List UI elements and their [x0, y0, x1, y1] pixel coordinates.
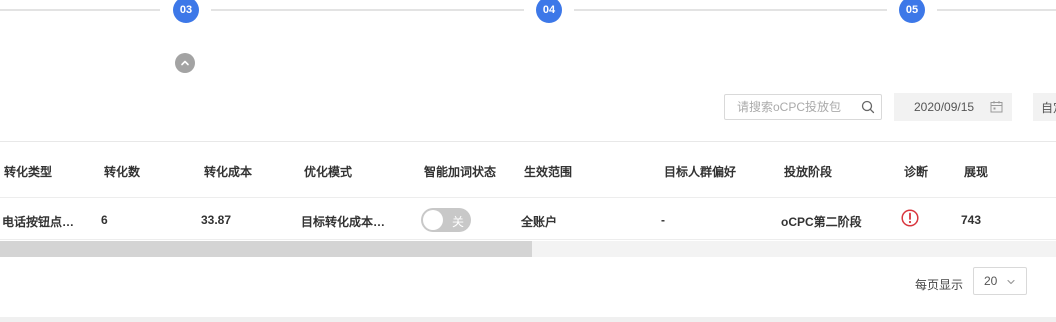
step-connector	[937, 9, 1056, 11]
step-connector	[574, 9, 887, 11]
cell-stage: oCPC第二阶段	[781, 215, 862, 229]
custom-button-label: 自定义	[1041, 100, 1056, 115]
header-impressions: 展现	[964, 165, 989, 179]
search-input[interactable]	[735, 99, 861, 115]
per-page-value: 20	[984, 274, 998, 288]
custom-button[interactable]: 自定义	[1033, 93, 1056, 121]
search-icon[interactable]	[861, 100, 875, 114]
header-mode: 优化模式	[304, 165, 353, 179]
header-cost: 转化成本	[204, 165, 253, 179]
cell-cost: 33.87	[201, 213, 232, 227]
calendar-icon	[990, 101, 1003, 113]
step-connector	[0, 9, 160, 11]
cell-conversions: 6	[101, 213, 108, 227]
header-stage: 投放阶段	[784, 165, 833, 179]
smart-word-toggle[interactable]: 关	[421, 208, 471, 232]
header-conversions: 转化数	[104, 165, 141, 179]
header-conversion-type: 转化类型	[4, 165, 53, 179]
per-page-select[interactable]: 20	[973, 267, 1027, 295]
chevron-up-icon	[181, 60, 189, 66]
bottom-divider	[0, 317, 1056, 322]
cell-conversion-type: 电话按钮点…	[2, 215, 75, 229]
alert-circle-icon[interactable]	[901, 209, 919, 227]
header-audience: 目标人群偏好	[664, 165, 737, 179]
toggle-label: 关	[451, 215, 464, 229]
cell-impressions: 743	[961, 213, 982, 227]
header-smart-word: 智能加词状态	[424, 165, 497, 179]
per-page-label: 每页显示	[915, 278, 964, 292]
chevron-down-icon	[1007, 279, 1015, 285]
horizontal-scrollbar[interactable]	[0, 241, 1056, 257]
scrollbar-thumb[interactable]	[0, 241, 532, 257]
header-diagnosis: 诊断	[904, 165, 929, 179]
step-connector	[211, 9, 524, 11]
toggle-knob	[423, 210, 443, 230]
cell-audience: -	[661, 213, 665, 227]
search-box	[724, 94, 882, 120]
step-03[interactable]: 03	[173, 0, 199, 23]
collapse-button[interactable]	[175, 53, 195, 73]
header-scope: 生效范围	[524, 165, 573, 179]
date-value: 2020/09/15	[914, 100, 975, 114]
table-border	[0, 141, 1056, 142]
cell-mode: 目标转化成本…	[301, 215, 386, 229]
date-picker[interactable]: 2020/09/15	[894, 93, 1012, 121]
row-divider	[0, 197, 1056, 198]
step-04[interactable]: 04	[536, 0, 562, 23]
step-05[interactable]: 05	[899, 0, 925, 23]
row-divider	[0, 239, 1056, 240]
cell-scope: 全账户	[521, 215, 558, 229]
